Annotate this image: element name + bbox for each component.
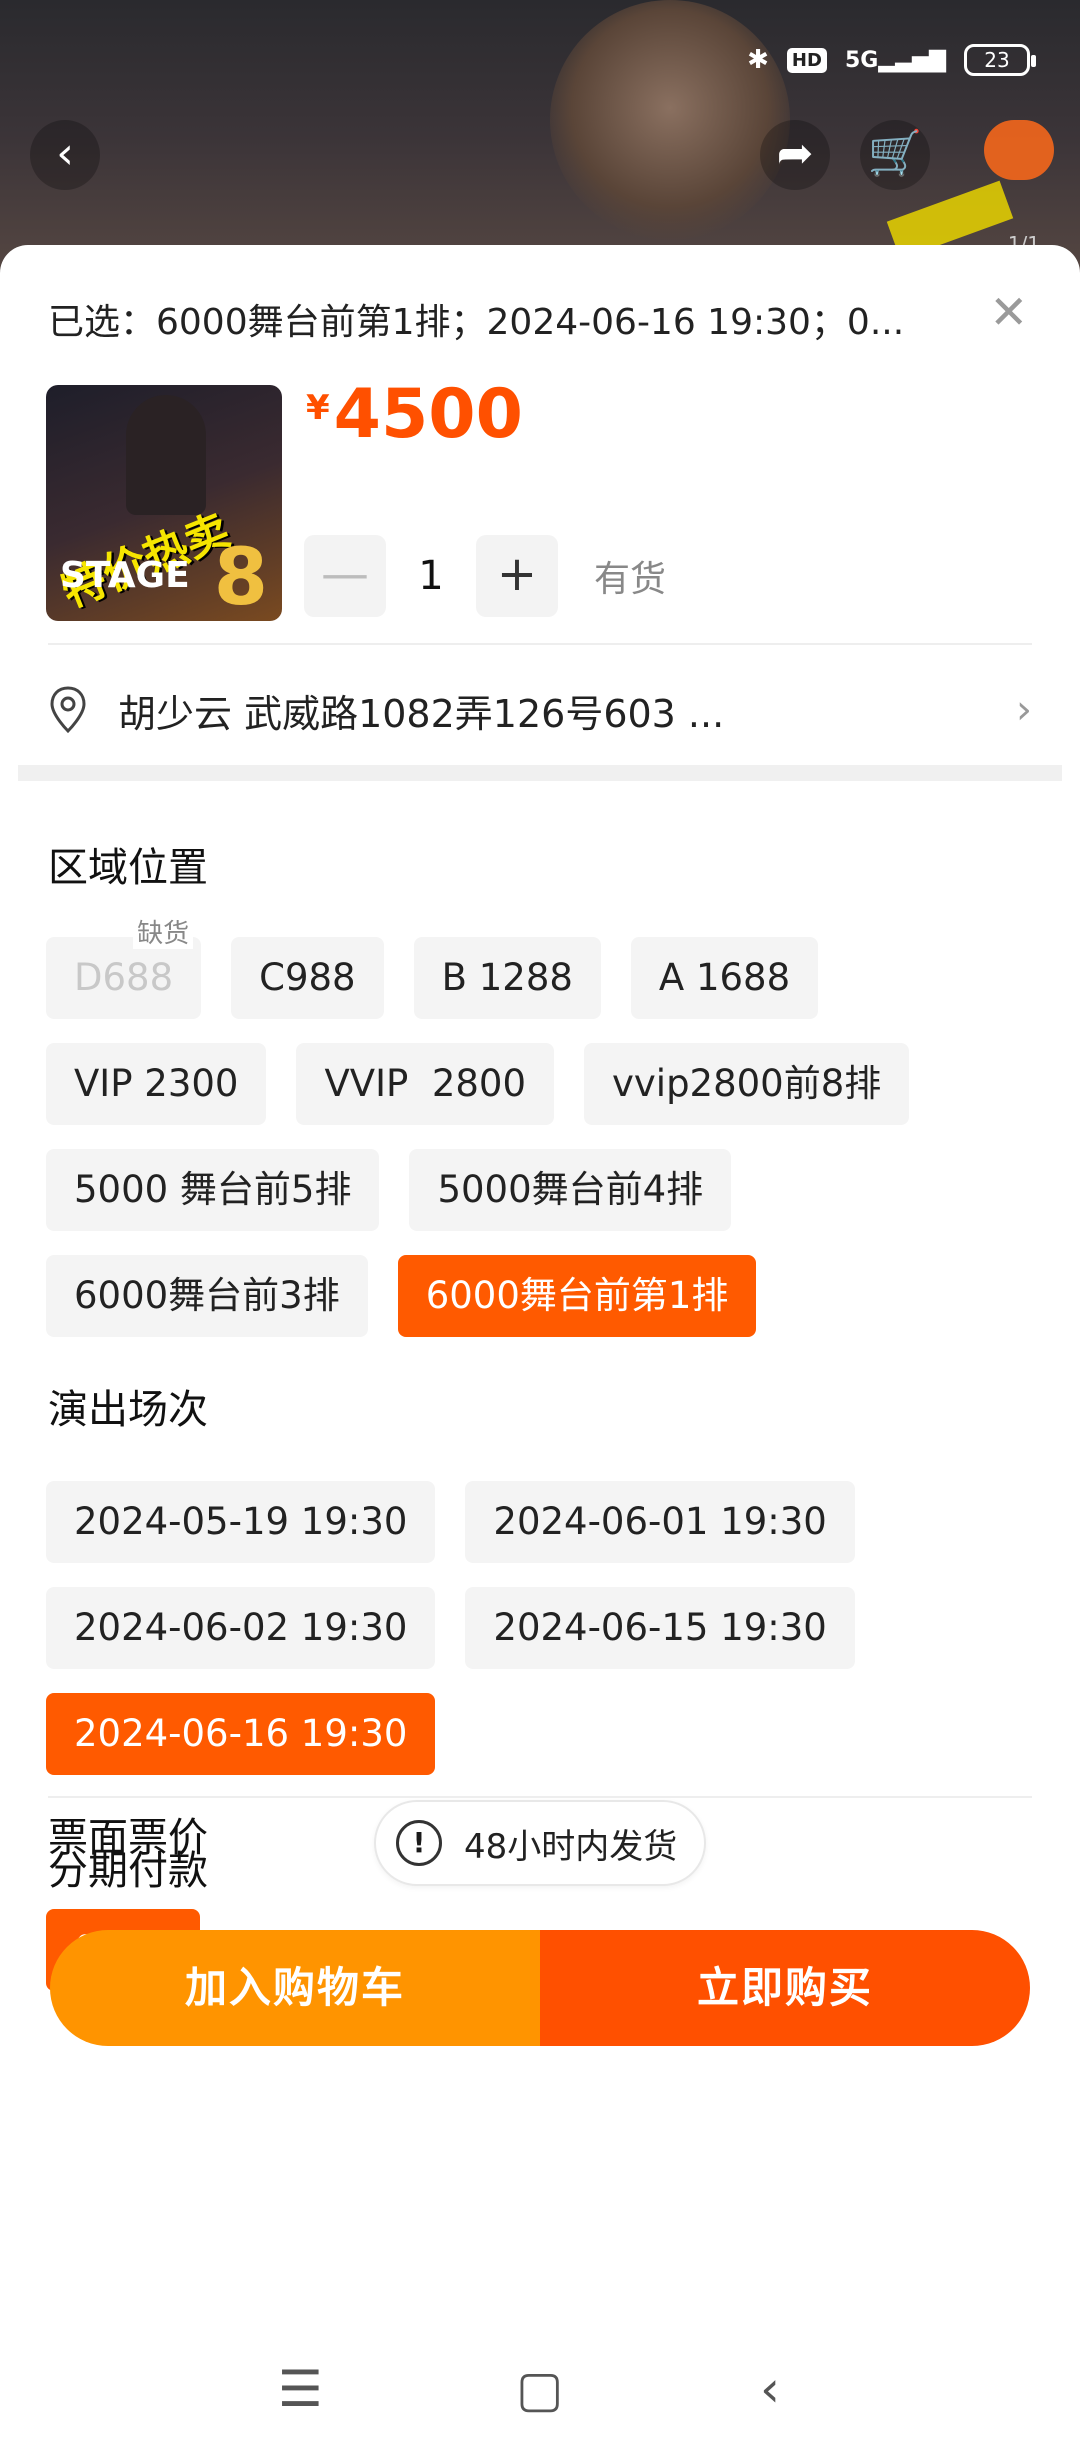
option-chip[interactable]: 6000舞台前3排 — [46, 1255, 368, 1337]
section-title-installment: 分期付款 — [48, 1848, 208, 1894]
decrease-button[interactable]: — — [304, 535, 386, 617]
shipping-toast: ! 48小时内发货 — [374, 1800, 706, 1886]
option-chip[interactable]: 2024-05-19 19:30 — [46, 1481, 436, 1563]
session-options: 2024-05-19 19:30 2024-06-01 19:30 2024-06-… — [46, 1481, 1040, 1775]
home-icon[interactable]: ▢ — [516, 2360, 563, 2418]
option-chip: D688 缺货 — [46, 919, 202, 1019]
price: ¥4500 — [306, 375, 523, 454]
add-to-cart-button[interactable]: 加入购物车 — [50, 1930, 540, 2046]
option-chip[interactable]: C988 — [231, 937, 384, 1019]
currency-symbol: ¥ — [306, 388, 330, 428]
address-row[interactable]: 胡少云 武威路1082弄126号603 ... › — [48, 665, 1032, 755]
option-chip[interactable]: VIP 2300 — [46, 1043, 267, 1125]
section-title-area: 区域位置 — [48, 845, 208, 891]
option-chip[interactable]: 2024-06-02 19:30 — [46, 1587, 436, 1669]
section-separator — [18, 765, 1062, 781]
product-top-nav: ‹ 🛒 ➦ — [0, 120, 1080, 200]
status-bar: ✱ HD 5G▂▃▅▇ 23 — [0, 40, 1080, 90]
exclamation-icon: ! — [396, 1820, 442, 1866]
battery-icon: 23 — [964, 44, 1036, 76]
close-icon[interactable]: ✕ — [989, 285, 1028, 339]
thumbnail-number: 8 — [213, 533, 268, 621]
option-chip[interactable]: 2024-06-15 19:30 — [465, 1587, 855, 1669]
stock-status: 有货 — [594, 559, 667, 600]
option-chip[interactable]: B 1288 — [413, 937, 601, 1019]
cart-icon[interactable]: 🛒 — [860, 120, 930, 190]
option-label: D688 — [74, 956, 174, 999]
thumbnail-figure — [126, 395, 206, 515]
option-chip[interactable]: A 1688 — [630, 937, 819, 1019]
thumbnail-title: STAGE — [60, 555, 190, 596]
divider — [48, 643, 1032, 645]
option-chip[interactable]: 6000舞台前第1排 — [397, 1255, 757, 1337]
option-label: 5000 舞台前5排 — [74, 1168, 352, 1211]
option-label: 2024-06-01 19:30 — [493, 1500, 827, 1543]
option-label: VVIP 2800 — [324, 1062, 526, 1105]
quantity-value[interactable]: 1 — [386, 553, 476, 599]
option-label: 5000舞台前4排 — [437, 1168, 704, 1211]
increase-button[interactable]: + — [476, 535, 558, 617]
location-pin-icon — [50, 686, 86, 734]
toast-text: 48小时内发货 — [464, 1826, 678, 1867]
back-nav-icon[interactable]: ‹ — [760, 2360, 780, 2418]
signal-icon: 5G▂▃▅▇ — [844, 47, 946, 73]
address-text: 胡少云 武威路1082弄126号603 ... — [118, 691, 725, 736]
option-label: A 1688 — [658, 956, 791, 999]
chevron-right-icon: › — [1016, 687, 1032, 733]
sku-selection-sheet: 已选：6000舞台前第1排；2024-06-16 19:30；0... ✕ 特价… — [0, 245, 1080, 2460]
option-label: 2024-06-15 19:30 — [493, 1606, 827, 1649]
option-label: 6000舞台前第1排 — [425, 1274, 729, 1317]
back-icon[interactable]: ‹ — [30, 120, 100, 190]
selected-summary: 已选：6000舞台前第1排；2024-06-16 19:30；0... — [48, 302, 905, 343]
option-label: 2024-06-16 19:30 — [74, 1712, 408, 1755]
buy-now-button[interactable]: 立即购买 — [540, 1930, 1030, 2046]
option-chip[interactable]: 2024-06-16 19:30 — [46, 1693, 436, 1775]
hd-icon: HD — [786, 47, 827, 73]
option-chip[interactable]: 5000 舞台前5排 — [46, 1149, 380, 1231]
option-label: B 1288 — [441, 956, 573, 999]
section-title-session: 演出场次 — [48, 1387, 208, 1433]
area-options: D688 缺货 C988 B 1288 A 1688 VIP 2300 VVIP 2800 v… — [46, 919, 1040, 1337]
purchase-bar: 加入购物车 立即购买 — [50, 1930, 1030, 2046]
system-navigation-bar: ☰ ▢ ‹ — [0, 2360, 1080, 2440]
message-icon[interactable] — [984, 120, 1054, 180]
divider — [48, 1796, 1032, 1798]
option-label: VIP 2300 — [74, 1062, 239, 1105]
quantity-stepper: — 1 + 有货 — [304, 535, 666, 617]
option-chip[interactable]: VVIP 2800 — [296, 1043, 554, 1125]
option-chip[interactable]: vvip2800前8排 — [584, 1043, 910, 1125]
product-thumbnail[interactable]: 特价热卖 STAGE 8 — [46, 385, 282, 621]
share-icon[interactable]: ➦ — [760, 120, 830, 190]
option-chip[interactable]: 5000舞台前4排 — [409, 1149, 732, 1231]
option-label: 6000舞台前3排 — [74, 1274, 340, 1317]
menu-icon[interactable]: ☰ — [278, 2360, 323, 2418]
option-label: 2024-05-19 19:30 — [74, 1500, 408, 1543]
option-chip[interactable]: 2024-06-01 19:30 — [465, 1481, 855, 1563]
option-label: C988 — [259, 956, 356, 999]
bluetooth-icon: ✱ — [747, 45, 769, 75]
option-label: vvip2800前8排 — [612, 1062, 882, 1105]
option-label: 2024-06-02 19:30 — [74, 1606, 408, 1649]
price-amount: 4500 — [333, 375, 523, 454]
out-of-stock-badge: 缺货 — [133, 919, 194, 949]
